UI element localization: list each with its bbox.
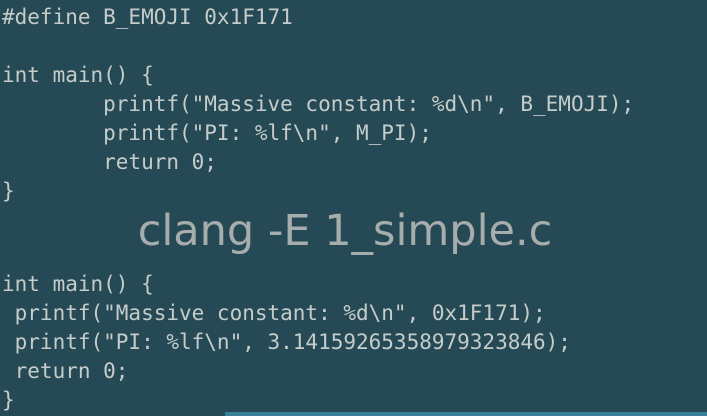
code-line: printf("Massive constant: %d\n", 0x1F171… [2,301,546,325]
preprocessed-code-block: int main() { printf("Massive constant: %… [2,270,571,415]
bottom-accent-bar [225,412,707,416]
code-line: } [2,388,15,412]
command-caption: clang -E 1_simple.c [137,206,553,256]
code-line: return 0; [2,359,129,383]
code-line: printf("Massive constant: %d\n", B_EMOJI… [2,92,635,116]
code-line: } [2,179,15,203]
code-line: int main() { [2,272,154,296]
code-line: printf("PI: %lf\n", M_PI); [2,121,432,145]
code-line: return 0; [2,150,217,174]
code-line: printf("PI: %lf\n", 3.141592653589793238… [2,330,571,354]
code-line: #define B_EMOJI 0x1F171 [2,5,293,29]
source-code-block: #define B_EMOJI 0x1F171 int main() { prin… [2,3,634,206]
code-line: int main() { [2,63,154,87]
